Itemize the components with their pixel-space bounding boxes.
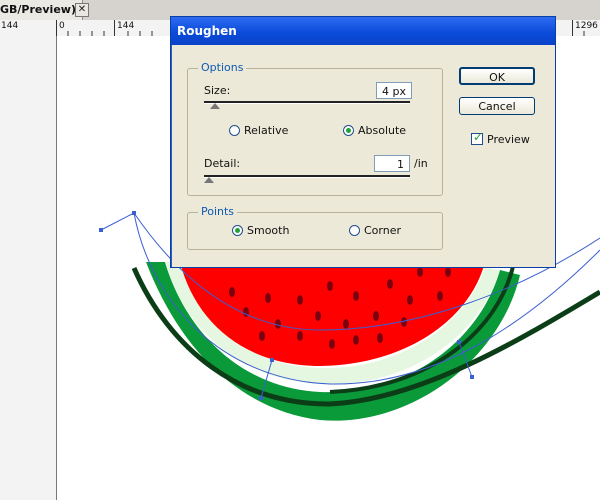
dialog-title-bar[interactable]: Roughen xyxy=(171,17,555,45)
size-label: Size: xyxy=(204,84,231,97)
options-group-label: Options xyxy=(198,61,247,74)
dialog-title: Roughen xyxy=(177,24,237,38)
corner-label[interactable]: Corner xyxy=(364,224,401,237)
smooth-label[interactable]: Smooth xyxy=(247,224,289,237)
roughen-dialog: Roughen Options Size: 4 px Relative Abso… xyxy=(170,16,556,268)
points-group-label: Points xyxy=(198,205,238,218)
size-input[interactable]: 4 px xyxy=(376,82,412,99)
close-tab-icon[interactable]: ✕ xyxy=(75,3,89,17)
document-tab-title: GB/Preview) xyxy=(0,3,76,16)
absolute-radio[interactable] xyxy=(343,125,354,136)
detail-unit-label: /in xyxy=(414,157,428,170)
preview-checkbox[interactable]: ✓ xyxy=(471,130,484,145)
detail-input[interactable]: 1 xyxy=(374,155,410,172)
options-group: Options Size: 4 px Relative Absolute Det… xyxy=(187,61,443,196)
smooth-radio[interactable] xyxy=(232,225,243,236)
checkmark-icon: ✓ xyxy=(473,130,484,144)
document-tab[interactable]: GB/Preview) xyxy=(0,0,83,20)
points-group: Points Smooth Corner xyxy=(187,205,443,250)
ok-button[interactable]: OK xyxy=(459,67,535,85)
size-slider-thumb[interactable] xyxy=(210,103,220,109)
vertical-ruler xyxy=(0,36,57,500)
detail-slider-thumb[interactable] xyxy=(204,177,214,183)
size-slider-track[interactable] xyxy=(204,101,410,104)
detail-label: Detail: xyxy=(204,157,241,170)
relative-label[interactable]: Relative xyxy=(244,124,288,137)
corner-radio[interactable] xyxy=(349,225,360,236)
cancel-button[interactable]: Cancel xyxy=(459,97,535,115)
absolute-label[interactable]: Absolute xyxy=(358,124,406,137)
preview-label[interactable]: Preview xyxy=(487,133,530,146)
relative-radio[interactable] xyxy=(229,125,240,136)
detail-slider-track[interactable] xyxy=(204,175,410,178)
